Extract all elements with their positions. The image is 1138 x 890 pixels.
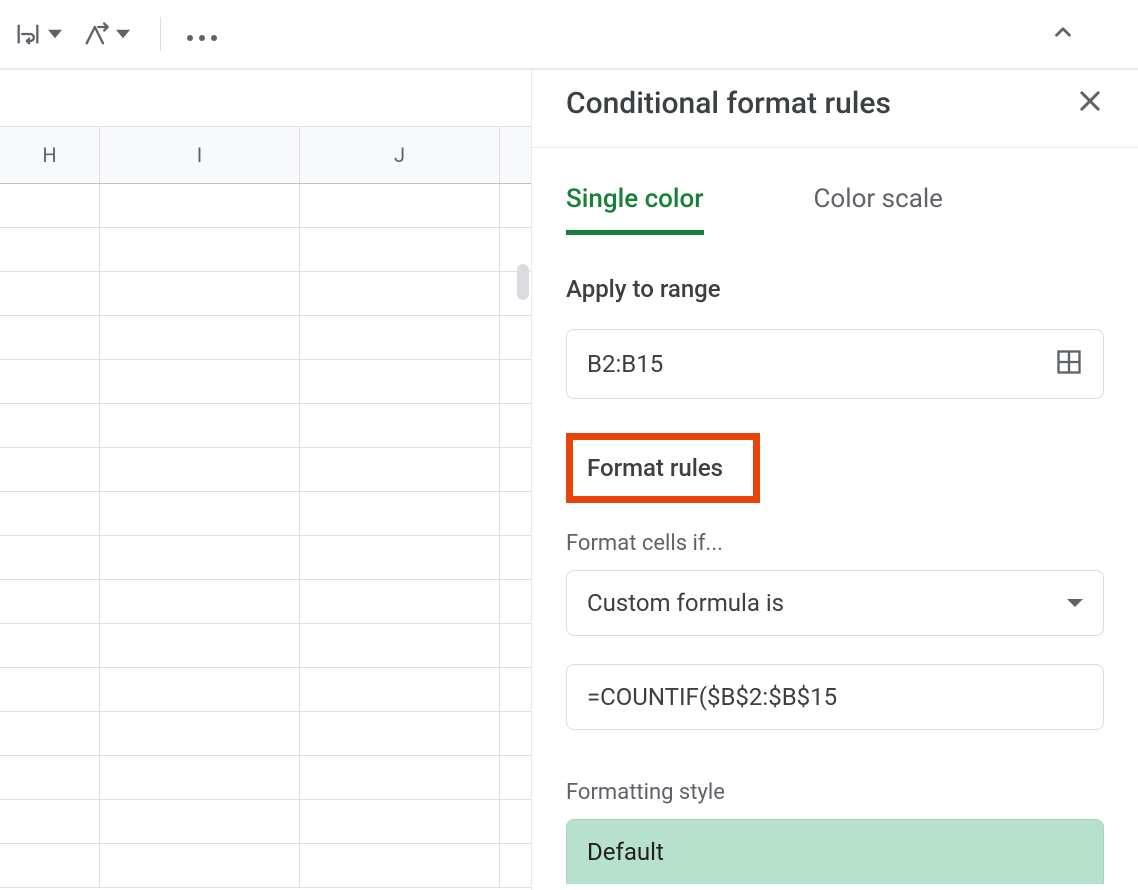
close-button[interactable] <box>1076 87 1104 121</box>
tab-color-scale[interactable]: Color scale <box>814 184 943 235</box>
column-header-edge <box>500 127 532 183</box>
grid-rows <box>0 184 531 888</box>
style-preview-text: Default <box>587 838 664 866</box>
toolbar <box>0 0 1138 70</box>
grid-row[interactable] <box>0 844 531 888</box>
dropdown-caret-icon <box>46 23 64 45</box>
column-headers: H I J <box>0 126 531 184</box>
condition-select[interactable]: Custom formula is <box>566 570 1104 636</box>
formula-input[interactable]: =COUNTIF($B$2:$B$15 <box>566 664 1104 730</box>
format-cells-if-label: Format cells if... <box>566 531 1104 556</box>
panel-header: Conditional format rules <box>532 70 1138 148</box>
spreadsheet-grid[interactable]: H I J <box>0 70 532 890</box>
chevron-down-icon <box>1067 599 1083 607</box>
grid-row[interactable] <box>0 404 531 448</box>
grid-row[interactable] <box>0 756 531 800</box>
grid-row[interactable] <box>0 668 531 712</box>
vertical-scrollbar[interactable] <box>517 264 529 300</box>
format-rules-label: Format rules <box>587 454 723 482</box>
dropdown-caret-icon <box>114 23 132 45</box>
column-header[interactable]: J <box>300 127 500 183</box>
column-header[interactable]: I <box>100 127 300 183</box>
column-header[interactable]: H <box>0 127 100 183</box>
main-area: H I J Conditional format rules <box>0 70 1138 890</box>
grid-row[interactable] <box>0 536 531 580</box>
toolbar-left <box>12 16 225 52</box>
panel-body: Apply to range B2:B15 Format rules Forma… <box>532 235 1138 884</box>
grid-row[interactable] <box>0 228 531 272</box>
grid-row[interactable] <box>0 184 531 228</box>
grid-row[interactable] <box>0 272 531 316</box>
rotation-button-group[interactable] <box>80 16 142 52</box>
grid-row[interactable] <box>0 624 531 668</box>
text-wrap-icon <box>12 16 44 52</box>
grid-row[interactable] <box>0 316 531 360</box>
wrap-button-group[interactable] <box>12 16 74 52</box>
condition-value: Custom formula is <box>587 589 784 617</box>
toolbar-separator <box>160 17 161 51</box>
tab-single-color[interactable]: Single color <box>566 184 704 235</box>
formula-value: =COUNTIF($B$2:$B$15 <box>587 683 837 711</box>
apply-range-label: Apply to range <box>566 275 1104 303</box>
select-range-icon[interactable] <box>1055 348 1083 380</box>
more-button[interactable] <box>179 18 225 51</box>
style-preview[interactable]: Default <box>566 819 1104 884</box>
grid-row[interactable] <box>0 800 531 844</box>
range-value: B2:B15 <box>587 350 663 378</box>
formatting-style-label: Formatting style <box>566 780 1104 805</box>
conditional-format-panel: Conditional format rules Single color Co… <box>532 70 1138 890</box>
grid-row[interactable] <box>0 580 531 624</box>
grid-row[interactable] <box>0 448 531 492</box>
grid-row[interactable] <box>0 712 531 756</box>
grid-row[interactable] <box>0 492 531 536</box>
range-input-box[interactable]: B2:B15 <box>566 329 1104 399</box>
panel-tabs: Single color Color scale <box>532 184 1138 235</box>
collapse-toolbar-button[interactable] <box>1050 19 1076 49</box>
text-rotation-icon <box>80 16 112 52</box>
format-rules-highlight: Format rules <box>566 433 760 503</box>
panel-title: Conditional format rules <box>566 86 891 121</box>
grid-row[interactable] <box>0 360 531 404</box>
